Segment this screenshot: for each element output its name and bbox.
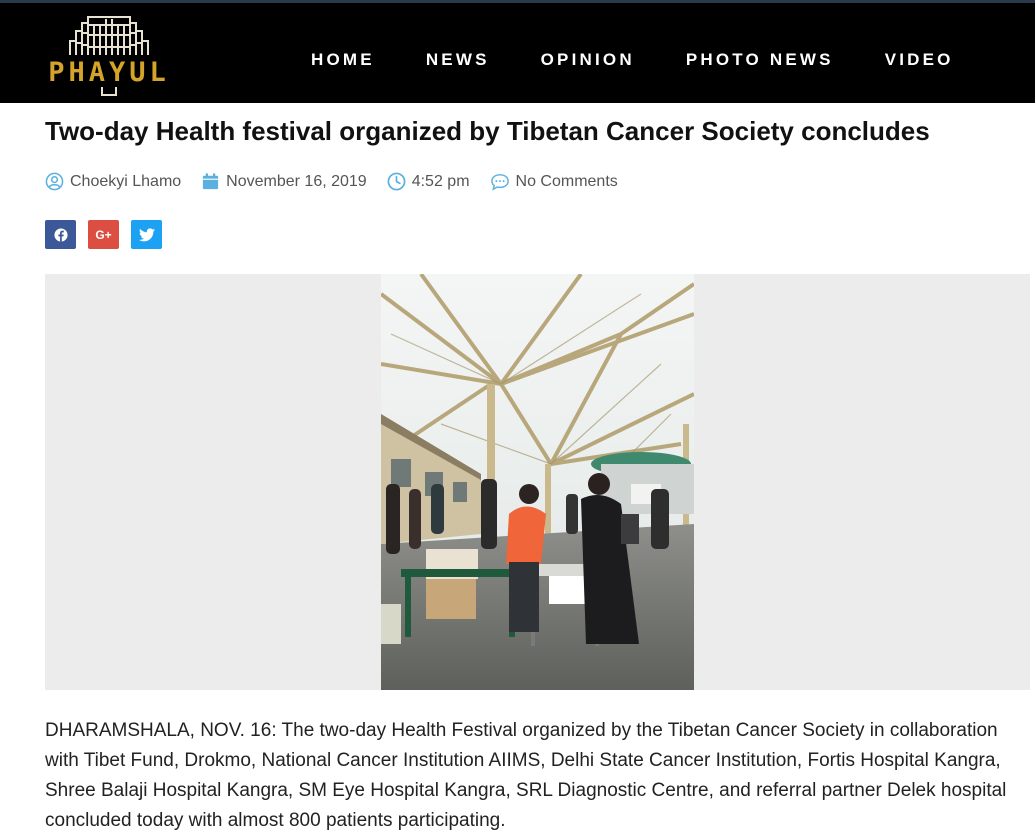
main-nav: HOME NEWS OPINION PHOTO NEWS VIDEO <box>311 50 954 70</box>
author-name: Choekyi Lhamo <box>70 172 182 190</box>
share-twitter-button[interactable] <box>131 220 162 249</box>
article-meta: Choekyi Lhamo November 16, 2019 4:52 pm … <box>45 172 638 191</box>
facebook-icon <box>53 227 68 242</box>
site-header: PHAYUL HOME NEWS OPINION PHOTO NEWS VIDE… <box>0 3 1035 103</box>
featured-photo[interactable] <box>381 274 694 690</box>
meta-time: 4:52 pm <box>387 172 470 191</box>
clock-icon <box>387 172 406 191</box>
site-logo[interactable]: PHAYUL <box>42 11 176 97</box>
meta-date: November 16, 2019 <box>201 172 367 191</box>
meta-comments[interactable]: No Comments <box>490 173 618 191</box>
nav-item-photo-news[interactable]: PHOTO NEWS <box>686 50 834 70</box>
meta-author[interactable]: Choekyi Lhamo <box>45 172 181 191</box>
share-buttons: G+ <box>45 220 174 249</box>
comment-icon <box>490 173 509 191</box>
calendar-icon <box>203 173 219 190</box>
comments-count: No Comments <box>515 172 618 190</box>
nav-item-home[interactable]: HOME <box>311 50 375 70</box>
google-plus-icon: G+ <box>95 227 112 242</box>
share-facebook-button[interactable] <box>45 220 76 249</box>
user-icon <box>45 172 64 191</box>
nav-item-video[interactable]: VIDEO <box>885 50 954 70</box>
health-festival-photo <box>381 274 694 690</box>
logo-text: PHAYUL <box>48 57 170 88</box>
nav-item-news[interactable]: NEWS <box>426 50 490 70</box>
article-title: Two-day Health festival organized by Tib… <box>45 116 930 146</box>
twitter-icon <box>138 227 155 241</box>
article-body: DHARAMSHALA, NOV. 16: The two-day Health… <box>45 720 1007 831</box>
nav-item-opinion[interactable]: OPINION <box>541 50 635 70</box>
publish-time: 4:52 pm <box>411 172 470 190</box>
featured-image-area <box>45 274 1030 690</box>
publish-date: November 16, 2019 <box>226 172 367 190</box>
share-google-plus-button[interactable]: G+ <box>88 220 119 249</box>
